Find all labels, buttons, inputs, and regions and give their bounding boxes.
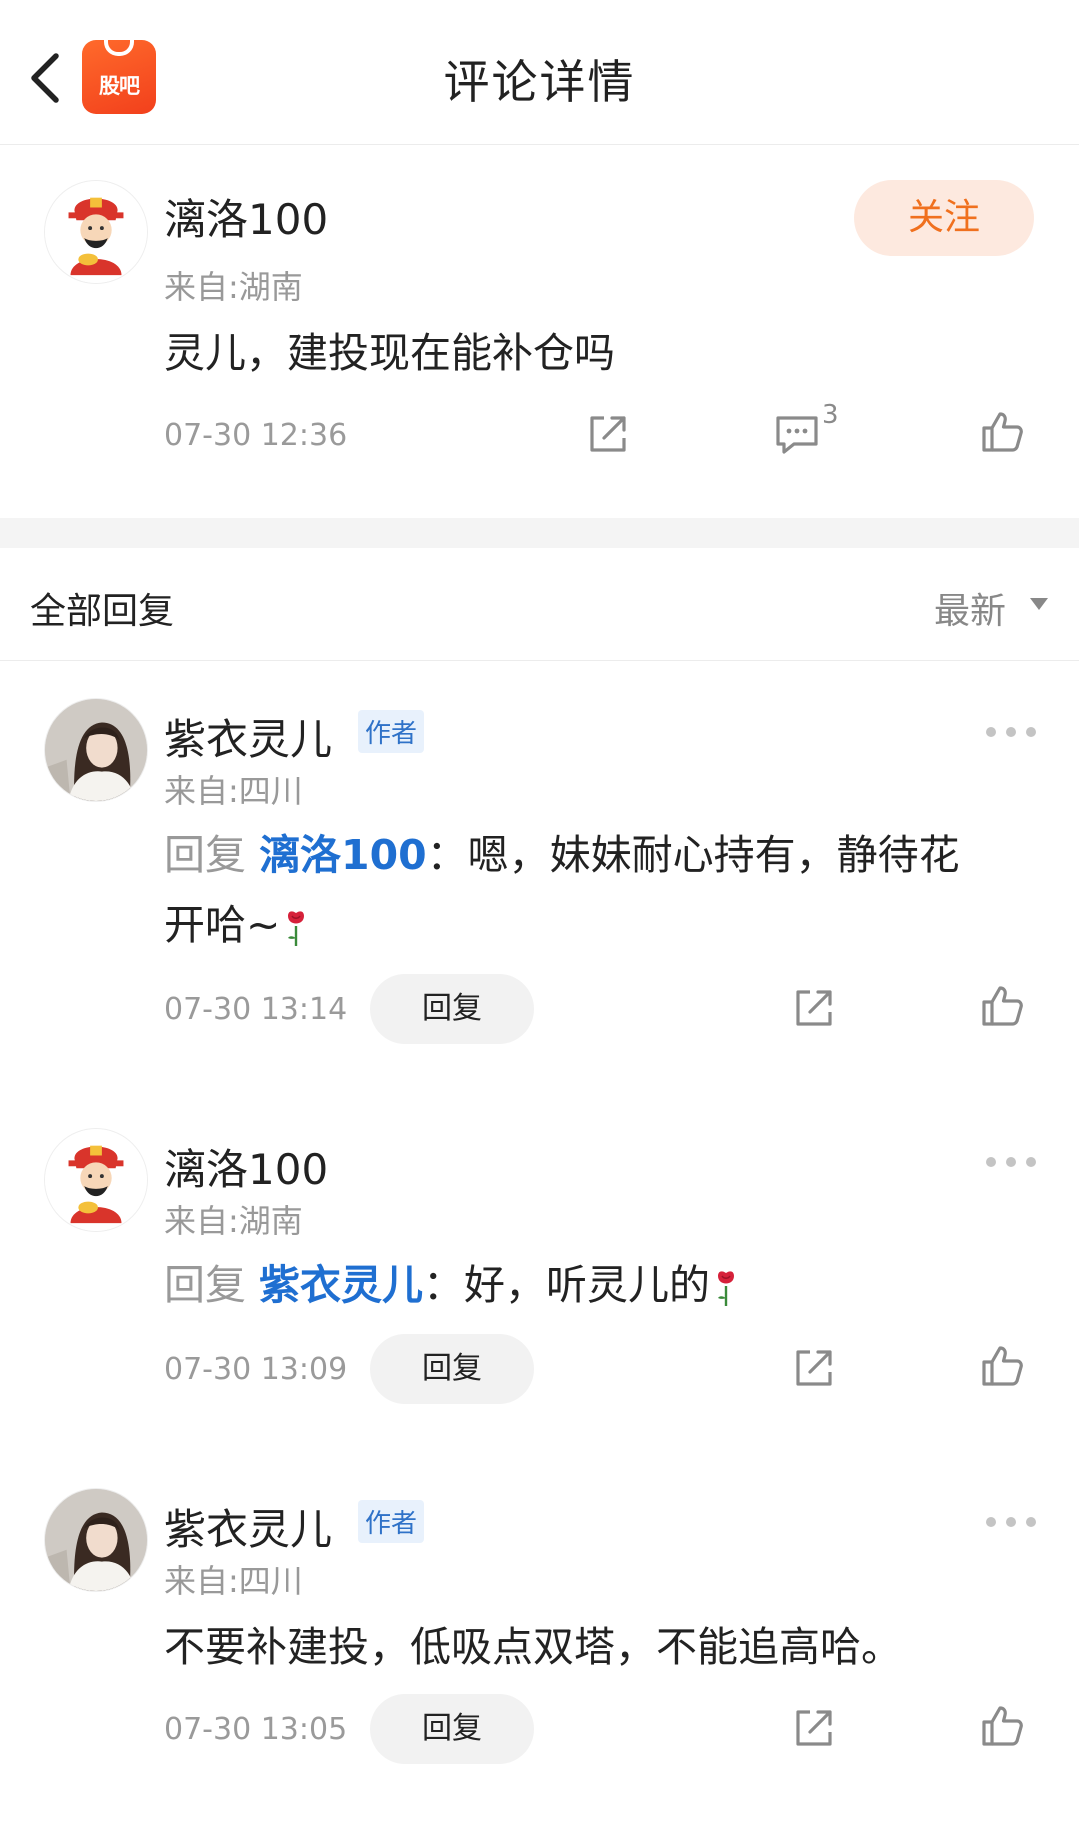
reply-text: 不要补建投，低吸点双塔，不能追高哈。 (164, 1623, 902, 1671)
divider (0, 660, 1079, 661)
reply-count: 3 (822, 400, 839, 430)
avatar[interactable] (44, 698, 148, 802)
top-bar: 股吧 评论详情 (0, 0, 1079, 145)
more-icon[interactable] (986, 1154, 1036, 1168)
avatar[interactable] (44, 1488, 148, 1592)
like-icon[interactable] (980, 1344, 1024, 1388)
reply-text: 回复 紫衣灵儿：好，听灵儿的 (164, 1250, 1044, 1320)
reply-time: 07-30 13:09 (164, 1352, 348, 1387)
reply-text-line2: 开哈~ (164, 901, 281, 949)
reply-author-location: 来自:四川 (164, 1562, 303, 1600)
reply-text: 回复 漓洛100：嗯，妹妹耐心持有，静待花 开哈~ (164, 820, 1044, 960)
reply-button[interactable]: 回复 (370, 974, 534, 1044)
reply-time: 07-30 13:05 (164, 1712, 348, 1747)
comment-author-name[interactable]: 漓洛100 (164, 186, 328, 247)
share-icon[interactable] (586, 412, 630, 456)
more-icon[interactable] (986, 1514, 1036, 1528)
reply-author-name[interactable]: 漓洛100 (164, 1136, 328, 1197)
reply-author-name[interactable]: 紫衣灵儿 (164, 1496, 332, 1557)
reply-button[interactable]: 回复 (370, 1334, 534, 1404)
author-badge: 作者 (358, 710, 425, 753)
comment-text: 灵儿，建投现在能补仓吗 (164, 329, 615, 377)
avatar[interactable] (44, 1128, 148, 1232)
page-title: 评论详情 (443, 55, 636, 109)
chevron-down-icon[interactable] (1030, 598, 1048, 610)
reply-author-location: 来自:四川 (164, 772, 303, 810)
comment-author-location: 来自:湖南 (164, 268, 303, 306)
reply-author-location: 来自:湖南 (164, 1202, 303, 1240)
share-icon[interactable] (792, 1346, 836, 1390)
like-icon[interactable] (980, 410, 1024, 454)
follow-button[interactable]: 关注 (854, 180, 1034, 256)
avatar[interactable] (44, 180, 148, 284)
like-icon[interactable] (980, 984, 1024, 1028)
share-icon[interactable] (792, 986, 836, 1030)
sort-dropdown[interactable]: 最新 (934, 582, 1006, 634)
rose-emoji-icon (284, 908, 308, 948)
reply-button[interactable]: 回复 (370, 1694, 534, 1764)
section-separator (0, 518, 1079, 548)
mention-link[interactable]: 紫衣灵儿 (259, 1261, 423, 1309)
more-icon[interactable] (986, 724, 1036, 738)
comment-time: 07-30 12:36 (164, 418, 348, 453)
all-replies-title: 全部回复 (30, 591, 175, 632)
reply-text-line1: ：好，听灵儿的 (423, 1261, 711, 1309)
reply-prefix: 回复 (164, 1261, 246, 1309)
comment-icon[interactable] (774, 414, 820, 454)
reply-prefix: 回复 (164, 831, 246, 879)
reply-author-name[interactable]: 紫衣灵儿 (164, 706, 332, 767)
mention-link[interactable]: 漓洛100 (259, 831, 427, 879)
like-icon[interactable] (980, 1704, 1024, 1748)
reply-text-line1: ：嗯，妹妹耐心持有，静待花 (426, 831, 960, 879)
reply-time: 07-30 13:14 (164, 992, 348, 1027)
rose-emoji-icon (714, 1268, 738, 1308)
share-icon[interactable] (792, 1706, 836, 1750)
author-badge: 作者 (358, 1500, 425, 1543)
